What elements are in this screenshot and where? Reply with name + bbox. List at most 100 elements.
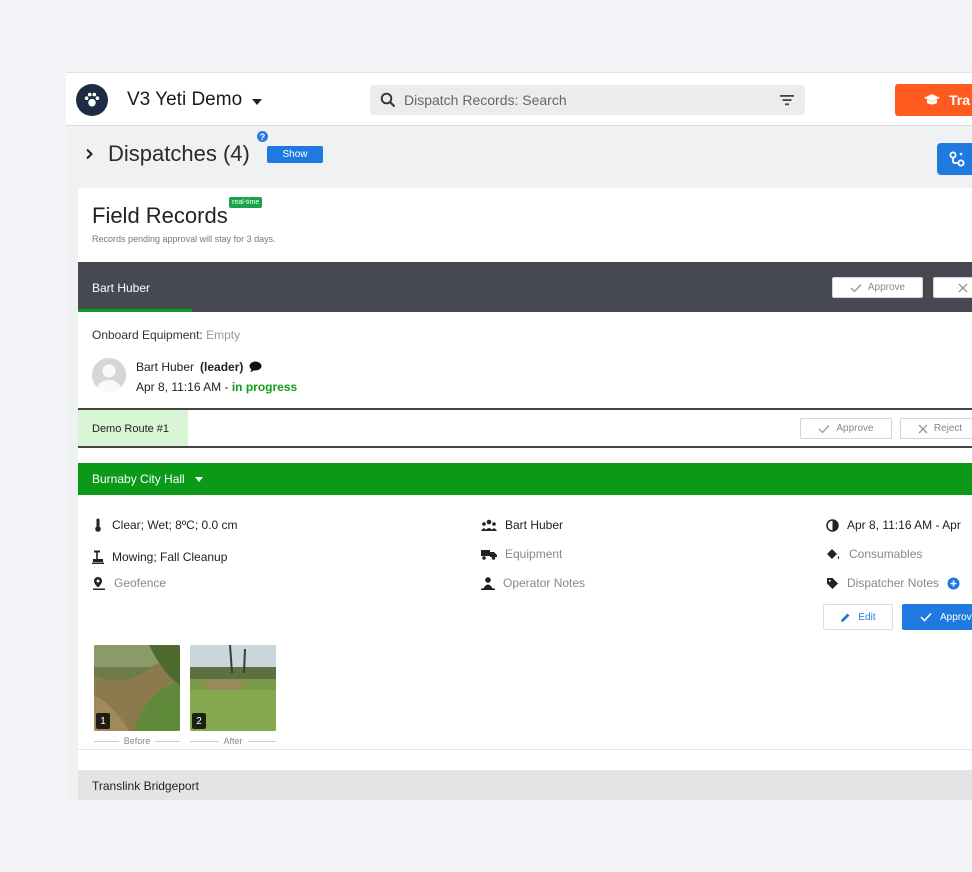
caret-down-icon bbox=[252, 98, 263, 105]
pencil-icon bbox=[841, 613, 850, 622]
truck-icon bbox=[481, 550, 497, 560]
field-records-title: Field Records bbox=[92, 203, 228, 228]
close-icon bbox=[958, 283, 968, 292]
search-input[interactable] bbox=[404, 92, 764, 108]
approve-label: Approve bbox=[867, 282, 906, 293]
geofence-label: Geofence bbox=[114, 576, 167, 590]
services-text: Mowing; Fall Cleanup bbox=[112, 550, 228, 564]
route-row: Demo Route #1 Approve Reject bbox=[78, 408, 972, 448]
operator-reject-button[interactable] bbox=[933, 277, 972, 298]
photo-thumbnail[interactable]: 2 bbox=[190, 645, 276, 731]
dispatcher-notes-link[interactable]: Dispatcher Notes bbox=[826, 576, 960, 590]
route-icon bbox=[949, 151, 965, 167]
caret-down-icon bbox=[194, 476, 203, 482]
map-pin-icon bbox=[93, 577, 105, 590]
check-icon bbox=[818, 424, 830, 433]
route-reject-button[interactable]: Reject bbox=[900, 418, 972, 439]
workspace-name: V3 Yeti Demo bbox=[127, 89, 243, 110]
person-status: Apr 8, 11:16 AM - in progress bbox=[136, 380, 297, 394]
site-bar[interactable]: Burnaby City Hall bbox=[78, 463, 972, 495]
check-icon bbox=[850, 283, 862, 292]
approve-label: Approv bbox=[940, 611, 972, 623]
site-bar-collapsed[interactable]: Translink Bridgeport bbox=[78, 770, 972, 800]
training-label: Tra bbox=[949, 92, 971, 108]
chevron-right-icon[interactable] bbox=[84, 147, 94, 165]
crew-icon bbox=[481, 519, 497, 531]
lawn-mower-icon bbox=[92, 550, 104, 564]
equipment-link[interactable]: Equipment bbox=[481, 547, 562, 561]
operator-notes-icon bbox=[481, 577, 495, 590]
site-name: Burnaby City Hall bbox=[92, 472, 185, 486]
person-time: Apr 8, 11:16 AM - bbox=[136, 380, 232, 394]
operator-notes-link[interactable]: Operator Notes bbox=[481, 576, 585, 590]
photo-caption-text: After bbox=[223, 736, 243, 746]
dispatcher-notes-label: Dispatcher Notes bbox=[847, 576, 940, 590]
paw-icon bbox=[84, 92, 100, 107]
photo-number: 1 bbox=[96, 713, 110, 729]
person-header: Bart Huber (leader) bbox=[136, 360, 262, 374]
photo-caption-text: Before bbox=[123, 736, 151, 746]
close-icon bbox=[918, 424, 928, 433]
show-button[interactable]: Show bbox=[267, 146, 323, 163]
geofence-link[interactable]: Geofence bbox=[92, 576, 166, 590]
realtime-badge: real-time bbox=[229, 197, 263, 208]
help-icon[interactable]: ? bbox=[257, 131, 268, 142]
photo-number: 2 bbox=[192, 713, 206, 729]
yeti-logo[interactable] bbox=[76, 84, 108, 116]
chat-icon[interactable] bbox=[249, 361, 262, 373]
route-approve-button[interactable]: Approve bbox=[800, 418, 892, 439]
search-icon bbox=[380, 92, 396, 108]
add-circle-icon[interactable] bbox=[947, 577, 960, 590]
field-records-subtitle: Records pending approval will stay for 3… bbox=[92, 234, 276, 244]
equipment-label: Equipment bbox=[505, 547, 563, 561]
weather-info: Clear; Wet; 8ºC; 0.0 cm bbox=[92, 518, 238, 532]
next-site-name: Translink Bridgeport bbox=[92, 779, 199, 793]
person-role: (leader) bbox=[200, 360, 244, 374]
time-range-text: Apr 8, 11:16 AM - Apr bbox=[847, 518, 961, 532]
search-bar bbox=[370, 85, 805, 115]
reject-label: Reject bbox=[933, 423, 963, 434]
weather-text: Clear; Wet; 8ºC; 0.0 cm bbox=[112, 518, 238, 532]
graduation-cap-icon bbox=[923, 94, 941, 105]
avatar bbox=[92, 358, 126, 392]
clock-icon bbox=[826, 518, 839, 532]
screenshot-frame: V3 Yeti Demo Tra bbox=[0, 0, 972, 872]
edit-label: Edit bbox=[858, 611, 876, 623]
photo-caption: After bbox=[190, 736, 277, 746]
operator-approve-button[interactable]: Approve bbox=[832, 277, 923, 298]
onboard-value: Empty bbox=[206, 328, 241, 342]
dispatches-title: Dispatches (4) bbox=[108, 141, 250, 166]
consumables-link[interactable]: Consumables bbox=[826, 547, 922, 561]
time-range-info: Apr 8, 11:16 AM - Apr bbox=[826, 518, 961, 532]
route-name: Demo Route #1 bbox=[78, 410, 188, 446]
active-tab-indicator bbox=[78, 309, 192, 312]
user-avatar-icon bbox=[92, 358, 126, 392]
route-map-button[interactable] bbox=[937, 143, 972, 175]
photo-thumbnail[interactable]: 1 bbox=[94, 645, 180, 731]
consumables-label: Consumables bbox=[849, 547, 923, 561]
photo-caption: Before bbox=[94, 736, 180, 746]
check-icon bbox=[920, 612, 932, 622]
operator-bar: Bart Huber Approve bbox=[78, 262, 972, 312]
operator-notes-label: Operator Notes bbox=[503, 576, 586, 590]
status-in-progress: in progress bbox=[231, 380, 298, 394]
crew-info: Bart Huber bbox=[481, 518, 563, 532]
approve-label: Approve bbox=[836, 423, 874, 434]
paint-bucket-icon bbox=[827, 549, 840, 559]
filter-icon[interactable] bbox=[779, 93, 795, 112]
edit-button[interactable]: Edit bbox=[823, 604, 893, 630]
workspace-selector[interactable]: V3 Yeti Demo bbox=[127, 89, 263, 111]
top-bar: V3 Yeti Demo Tra bbox=[66, 72, 972, 126]
divider bbox=[78, 749, 972, 750]
site-approve-button[interactable]: Approv bbox=[902, 604, 972, 630]
dispatches-header: Dispatches (4) ? Show bbox=[66, 127, 972, 187]
onboard-label: Onboard Equipment: bbox=[92, 328, 203, 342]
operator-name: Bart Huber bbox=[92, 281, 151, 295]
crew-name: Bart Huber bbox=[505, 518, 564, 532]
training-button[interactable]: Tra bbox=[895, 84, 972, 116]
tag-icon bbox=[827, 577, 838, 589]
person-name: Bart Huber bbox=[136, 360, 195, 374]
thermometer-icon bbox=[95, 518, 101, 532]
onboard-equipment: Onboard Equipment: Empty bbox=[92, 328, 240, 342]
services-info: Mowing; Fall Cleanup bbox=[92, 550, 227, 564]
